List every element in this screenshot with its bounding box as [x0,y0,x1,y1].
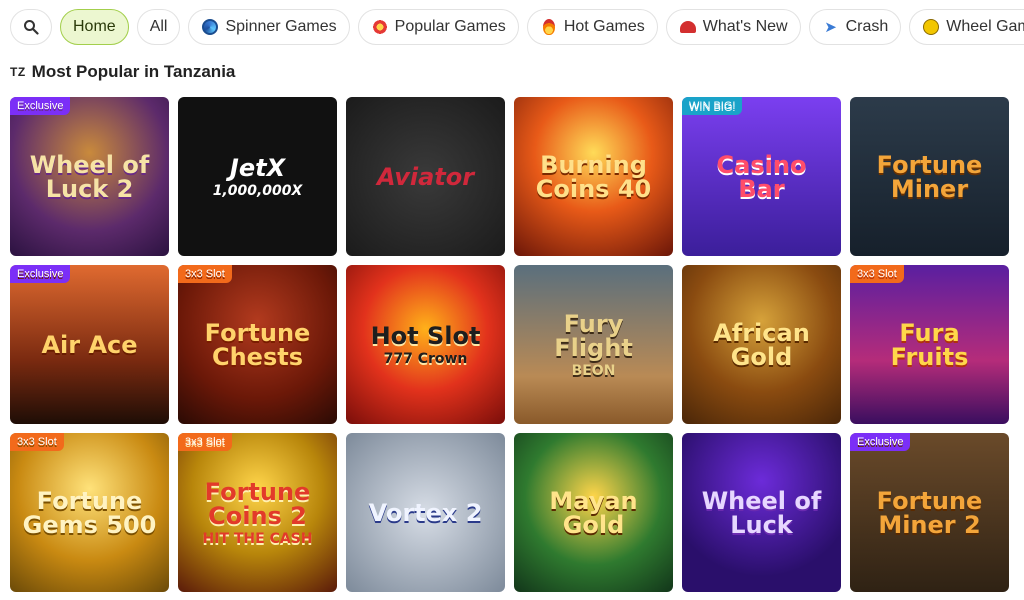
chip-label: What's New [702,18,788,35]
game-title: African Gold [713,318,810,371]
game-tile-vortex-2[interactable]: Vortex 2 [346,433,505,592]
game-title: JetX 1,000,000X [205,156,311,198]
game-title: Fortune Gems 500 [22,486,157,539]
game-tile-hot-slot[interactable]: Hot Slot 777 Crown [346,265,505,424]
tile-badge: WIN BIG! [682,97,743,115]
search-button[interactable] [10,9,52,45]
chip-label: All [149,18,168,35]
chip-all[interactable]: All [136,9,181,45]
game-tile-wheel-of-luck[interactable]: Wheel of Luck [682,433,841,592]
wheel-icon [922,18,940,36]
game-title: Fortune Coins 2 HIT THE CASH [178,480,337,546]
tile-badge: Exclusive [850,433,911,451]
game-title: Fortune Miner 2 [876,486,983,539]
game-subtitle: HIT THE CASH [202,530,313,547]
tile-badge: 3x3 Slot [178,433,232,451]
game-tile-fortune-miner-2[interactable]: Exclusive Fortune Miner 2 [850,433,1009,592]
chip-whats-new[interactable]: What's New [665,9,801,45]
game-title: Air Ace [41,330,138,359]
section-title: Most Popular in Tanzania [31,62,236,81]
chip-label: Popular Games [394,18,506,35]
game-title-text: Hot Slot [370,321,481,350]
section-heading: TZ Most Popular in Tanzania [10,61,235,83]
game-title-text: Fortune Coins 2 [204,477,311,530]
game-tile-african-gold[interactable]: African Gold [682,265,841,424]
game-tile-casino-bar[interactable]: WIN BIG! Casino Bar [682,97,841,256]
game-tile-fortune-miner[interactable]: Fortune Miner [850,97,1009,256]
game-title: Burning Coins 40 [535,150,652,203]
game-tile-fortune-coins-2[interactable]: 3x3 Slot Fortune Coins 2 HIT THE CASH [178,433,337,592]
category-filter-bar: Home All Spinner Games Popular Games Hot… [10,9,1024,47]
game-title: Hot Slot 777 Crown [363,324,489,366]
search-icon [22,18,40,36]
chip-label: Hot Games [563,18,645,35]
tile-badge: Exclusive [10,265,71,283]
game-tile-mayan-gold[interactable]: Mayan Gold [514,433,673,592]
game-tile-burning-coins-40[interactable]: Burning Coins 40 [514,97,673,256]
chip-hot-games[interactable]: Hot Games [526,9,658,45]
game-title: Wheel of Luck 2 [29,150,150,203]
chip-label: Crash [845,18,889,35]
tile-badge: Exclusive [10,97,71,115]
rocket-icon: ➤ [824,18,837,36]
tile-badge: 3x3 Slot [178,265,232,283]
game-tile-air-ace[interactable]: Exclusive Air Ace [10,265,169,424]
game-title: Fury Flight BEON [514,312,673,378]
chip-wheel-games[interactable]: Wheel Games [909,9,1024,45]
chip-spinner-games[interactable]: Spinner Games [188,9,350,45]
game-tile-fortune-chests[interactable]: 3x3 Slot Fortune Chests [178,265,337,424]
siren-icon [679,18,697,36]
game-title: Aviator [376,162,475,191]
game-title: Casino Bar [716,150,807,203]
games-grid: Exclusive Wheel of Luck 2 JetX 1,000,000… [10,97,1009,592]
game-tile-fury-flight[interactable]: Fury Flight BEON [514,265,673,424]
chip-popular-games[interactable]: Popular Games [357,9,519,45]
game-subtitle: 777 Crown [383,350,468,367]
spinner-icon [201,18,219,36]
chip-crash[interactable]: ➤ Crash [808,9,902,45]
game-tile-jetx[interactable]: JetX 1,000,000X [178,97,337,256]
chip-label: Wheel Games [946,18,1024,35]
game-tile-wheel-of-luck-2[interactable]: Exclusive Wheel of Luck 2 [10,97,169,256]
game-tile-fura-fruits[interactable]: 3x3 Slot Fura Fruits [850,265,1009,424]
game-subtitle: BEON [571,362,616,379]
fire-icon [540,18,558,36]
game-title: Fortune Chests [204,318,311,371]
chip-home[interactable]: Home [60,9,129,45]
game-title-text: JetX [229,153,286,182]
popular-icon [371,18,389,36]
tile-badge: 3x3 Slot [850,265,904,283]
chip-label: Home [73,18,116,35]
game-tile-aviator[interactable]: Aviator [346,97,505,256]
game-title: Vortex 2 [368,498,483,527]
country-flag-icon: TZ [10,65,26,79]
game-tile-fortune-gems-500[interactable]: 3x3 Slot Fortune Gems 500 [10,433,169,592]
chip-label: Spinner Games [225,18,337,35]
game-title: Fura Fruits [890,318,969,371]
game-title: Wheel of Luck [701,486,822,539]
game-subtitle: 1,000,000X [212,182,303,199]
tile-badge: 3x3 Slot [10,433,64,451]
game-title: Mayan Gold [549,486,638,539]
game-title: Fortune Miner [876,150,983,203]
game-title-text: Fury Flight [554,309,633,362]
